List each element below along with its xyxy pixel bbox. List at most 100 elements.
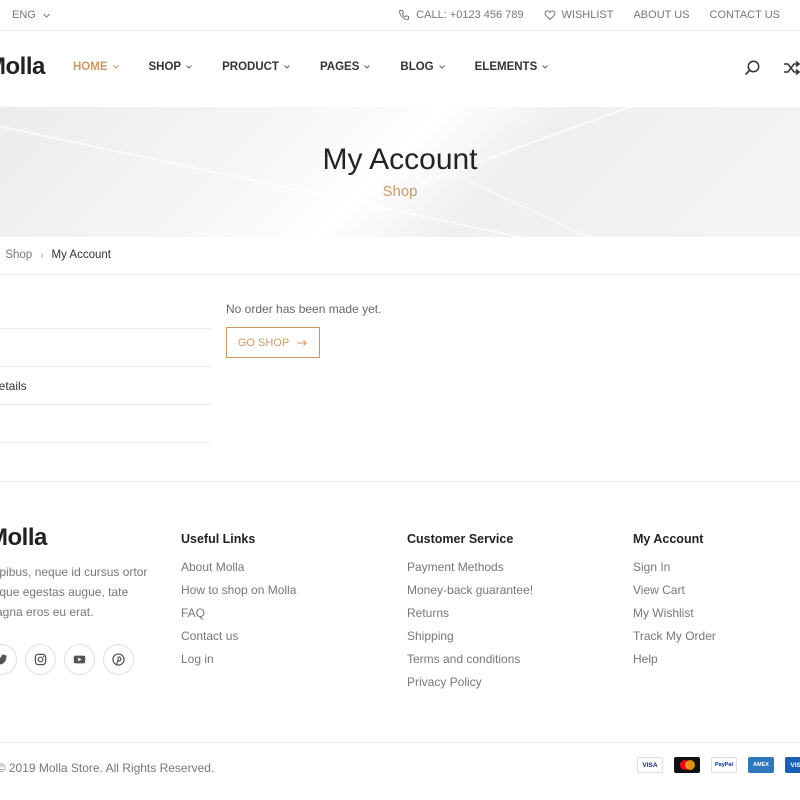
divider <box>0 481 800 482</box>
nav-elements-label: ELEMENTS <box>474 61 538 73</box>
footer-customer-service: Customer Service Payment Methods Money-b… <box>407 532 533 698</box>
search-icon[interactable] <box>744 59 762 77</box>
footer-link[interactable]: Privacy Policy <box>407 675 533 698</box>
main-nav: HOME SHOP PRODUCT PAGES BLOG ELEMENTS <box>73 61 549 73</box>
chevron-down-icon <box>542 65 549 69</box>
account-tab-details[interactable]: Details <box>0 367 211 405</box>
mastercard-icon <box>674 757 700 773</box>
visa-card-icon: VISA <box>637 757 663 773</box>
no-orders-message: No order has been made yet. <box>226 302 382 316</box>
social-youtube[interactable] <box>64 644 95 675</box>
page-title: My Account <box>322 143 478 176</box>
instagram-icon <box>34 653 47 666</box>
footer-link[interactable]: View Cart <box>633 583 716 606</box>
go-shop-button[interactable]: GO SHOP <box>226 327 320 358</box>
nav-product[interactable]: PRODUCT <box>222 61 291 73</box>
about-link[interactable]: ABOUT US <box>633 9 689 21</box>
social-twitter[interactable] <box>0 644 17 675</box>
nav-blog[interactable]: BLOG <box>400 61 445 73</box>
breadcrumb-shop[interactable]: Shop <box>5 249 32 261</box>
nav-shop-label: SHOP <box>148 61 182 73</box>
shuffle-compare-icon[interactable] <box>783 59 800 77</box>
nav-blog-label: BLOG <box>400 61 434 73</box>
chevron-down-icon <box>112 65 119 69</box>
footer-about-text: dapibus, neque id cursus ortor neque ege… <box>0 565 148 619</box>
footer-link[interactable]: Terms and conditions <box>407 652 533 675</box>
footer-column-title: Useful Links <box>181 532 256 546</box>
footer-useful-links: Useful Links About Molla How to shop on … <box>181 532 296 675</box>
nav-home-label: HOME <box>73 61 108 73</box>
contact-link[interactable]: CONTACT US <box>710 9 781 21</box>
footer-link[interactable]: Money-back guarantee! <box>407 583 533 606</box>
banner-light-streak <box>439 167 800 237</box>
nav-pages-label: PAGES <box>319 61 360 73</box>
mastercard-circle-orange <box>685 760 695 770</box>
account-nav: s s Details <box>0 291 211 443</box>
copyright-text: t © 2019 Molla Store. All Rights Reserve… <box>0 761 215 775</box>
twitter-icon <box>0 654 8 665</box>
footer-link[interactable]: Help <box>633 652 716 675</box>
payment-methods: VISA PayPal AMEX VISA <box>637 757 800 773</box>
account-tab-label: Details <box>0 378 27 393</box>
footer-link[interactable]: Log in <box>181 652 296 675</box>
breadcrumb-separator: › <box>40 249 44 261</box>
chevron-down-icon <box>364 65 371 69</box>
account-content: No order has been made yet. GO SHOP <box>226 302 381 358</box>
chevron-down-icon <box>186 65 192 69</box>
nav-elements[interactable]: ELEMENTS <box>475 61 550 73</box>
breadcrumb: › Shop › My Account <box>0 249 111 261</box>
banner-light-streak <box>0 117 548 237</box>
footer-link[interactable]: Contact us <box>181 629 296 652</box>
page-subtitle: Shop <box>382 183 418 200</box>
amex-card-icon: AMEX <box>748 757 774 773</box>
top-bar: ENG CALL: +0123 456 789 WISHLIST ABOUT U… <box>0 0 800 31</box>
footer-column-title: My Account <box>633 532 704 546</box>
footer-link[interactable]: FAQ <box>181 606 296 629</box>
main-header: Molla HOME SHOP PRODUCT PAGES BLOG ELEME… <box>0 31 800 107</box>
call-link[interactable]: CALL: +0123 456 789 <box>398 9 524 21</box>
go-shop-label: GO SHOP <box>237 336 290 349</box>
about-label: ABOUT US <box>633 9 690 21</box>
heart-icon <box>544 10 555 21</box>
breadcrumb-current: My Account <box>51 249 111 261</box>
contact-label: CONTACT US <box>709 9 781 21</box>
page-header-banner: My Account Shop <box>0 107 800 237</box>
call-label: CALL: +0123 456 789 <box>416 9 524 21</box>
footer-link[interactable]: Track My Order <box>633 629 716 652</box>
footer-logo[interactable]: Molla <box>0 524 47 552</box>
wishlist-link[interactable]: WISHLIST <box>544 9 614 21</box>
divider <box>0 742 800 743</box>
pinterest-icon <box>112 653 125 666</box>
arrow-right-icon <box>297 339 307 346</box>
nav-product-label: PRODUCT <box>222 61 279 73</box>
social-links <box>0 644 134 675</box>
divider <box>0 274 800 275</box>
nav-home[interactable]: HOME <box>73 61 120 73</box>
social-instagram[interactable] <box>25 644 56 675</box>
youtube-icon <box>73 655 86 664</box>
footer-link[interactable]: About Molla <box>181 560 296 583</box>
language-selector[interactable]: ENG <box>12 9 51 21</box>
nav-pages[interactable]: PAGES <box>320 61 371 73</box>
footer-column-title: Customer Service <box>407 532 514 546</box>
paypal-icon: PayPal <box>711 757 737 773</box>
wishlist-label: WISHLIST <box>561 9 614 21</box>
footer-link[interactable]: Payment Methods <box>407 560 533 583</box>
nav-shop[interactable]: SHOP <box>149 61 194 73</box>
footer-link[interactable]: Returns <box>407 606 533 629</box>
chevron-down-icon <box>438 65 445 69</box>
footer-link[interactable]: Shipping <box>407 629 533 652</box>
account-tab-orders[interactable]: s <box>0 291 211 329</box>
footer-link[interactable]: How to shop on Molla <box>181 583 296 606</box>
account-tab-downloads[interactable]: s <box>0 329 211 367</box>
chevron-down-icon <box>284 65 290 69</box>
phone-icon <box>399 10 410 21</box>
visa-electron-icon: VISA <box>785 757 800 773</box>
chevron-down-icon <box>42 13 50 18</box>
logo[interactable]: Molla <box>0 53 45 81</box>
footer-link[interactable]: My Wishlist <box>633 606 716 629</box>
language-label: ENG <box>12 9 36 21</box>
footer-link[interactable]: Sign In <box>633 560 716 583</box>
social-pinterest[interactable] <box>103 644 134 675</box>
account-tab-signout[interactable] <box>0 405 211 443</box>
